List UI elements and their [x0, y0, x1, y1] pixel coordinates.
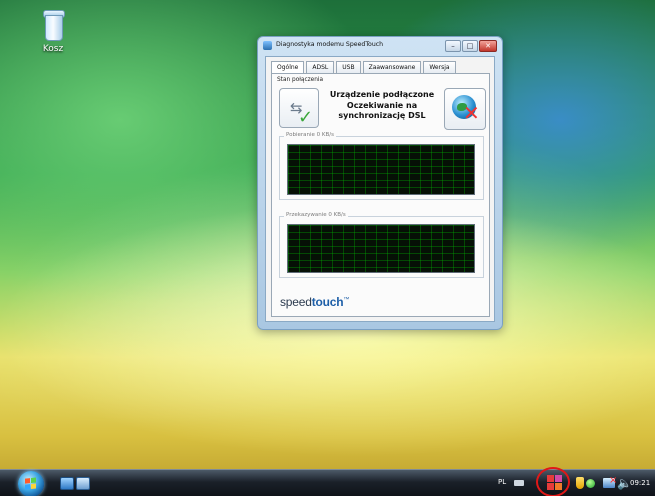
- window-controls: – □ ✕: [445, 40, 497, 52]
- brand-part-1: speed: [280, 295, 312, 309]
- status-line-3: synchronizację DSL: [338, 111, 426, 120]
- status-line-2: Oczekiwanie na: [346, 100, 418, 110]
- brand-part-2: touch: [311, 295, 344, 309]
- clock[interactable]: 09:21: [630, 479, 650, 487]
- tab-advanced[interactable]: Zaawansowane: [362, 61, 422, 73]
- tab-adsl[interactable]: ADSL: [306, 61, 335, 73]
- window-client-area: Ogólne ADSL USB Zaawansowane Wersja Stan…: [265, 56, 495, 322]
- download-graph: [287, 144, 475, 195]
- connection-status-text: Urządzenie podłączone Oczekiwanie na syn…: [327, 90, 437, 122]
- shield-icon[interactable]: [576, 477, 584, 489]
- tab-strip: Ogólne ADSL USB Zaawansowane Wersja: [271, 61, 456, 74]
- x-mark-icon: ✕: [463, 101, 480, 125]
- upload-label: Przekazywanie 0 KB/s: [284, 212, 348, 218]
- brand-trademark: ™: [343, 297, 350, 303]
- green-status-icon[interactable]: [586, 479, 595, 488]
- checkmark-icon: ✓: [298, 107, 314, 128]
- trash-icon: [41, 10, 65, 41]
- trash-can: [45, 15, 63, 41]
- status-line-1: Urządzenie podłączone: [329, 90, 435, 99]
- modem-icon[interactable]: [547, 475, 563, 491]
- desktop-background: Kosz Diagnostyka modemu SpeedTouch – □ ✕…: [0, 0, 655, 496]
- window-title: Diagnostyka modemu SpeedTouch: [276, 41, 384, 48]
- recycle-bin-icon[interactable]: Kosz: [30, 10, 76, 54]
- download-graph-group: Pobieranie 0 KB/s: [279, 132, 484, 200]
- show-desktop-icon[interactable]: [60, 477, 74, 490]
- tab-usb[interactable]: USB: [336, 61, 361, 73]
- close-button[interactable]: ✕: [479, 40, 497, 52]
- switch-windows-icon[interactable]: [76, 477, 90, 490]
- window-titlebar[interactable]: Diagnostyka modemu SpeedTouch – □ ✕: [258, 37, 502, 55]
- language-indicator[interactable]: PL: [498, 478, 506, 486]
- speedtouch-logo: speedtouch™: [280, 295, 349, 309]
- system-tray: PL 🔈 09:21: [480, 467, 655, 496]
- app-icon: [263, 41, 272, 50]
- download-label: Pobieranie 0 KB/s: [284, 132, 337, 138]
- network-icon[interactable]: [603, 475, 617, 488]
- general-tab-panel: Stan połączenia ⇆ ✓ Urządzenie podłączon…: [271, 73, 490, 317]
- upload-graph-group: Przekazywanie 0 KB/s: [279, 212, 484, 278]
- windows-flag-icon: [25, 477, 37, 490]
- tab-version[interactable]: Wersja: [423, 61, 456, 73]
- maximize-button[interactable]: □: [462, 40, 478, 52]
- connection-status-caption: Stan połączenia: [277, 77, 324, 83]
- network-disconnected-icon: ✕: [444, 88, 486, 130]
- speedtouch-diagnostics-window: Diagnostyka modemu SpeedTouch – □ ✕ Ogól…: [257, 36, 503, 330]
- taskbar: PL 🔈 09:21: [0, 467, 655, 496]
- start-button[interactable]: [18, 471, 44, 496]
- keyboard-icon[interactable]: [514, 480, 524, 486]
- minimize-button[interactable]: –: [445, 40, 461, 52]
- usb-connected-icon: ⇆ ✓: [279, 88, 319, 128]
- recycle-bin-label: Kosz: [42, 44, 64, 54]
- upload-graph: [287, 224, 475, 273]
